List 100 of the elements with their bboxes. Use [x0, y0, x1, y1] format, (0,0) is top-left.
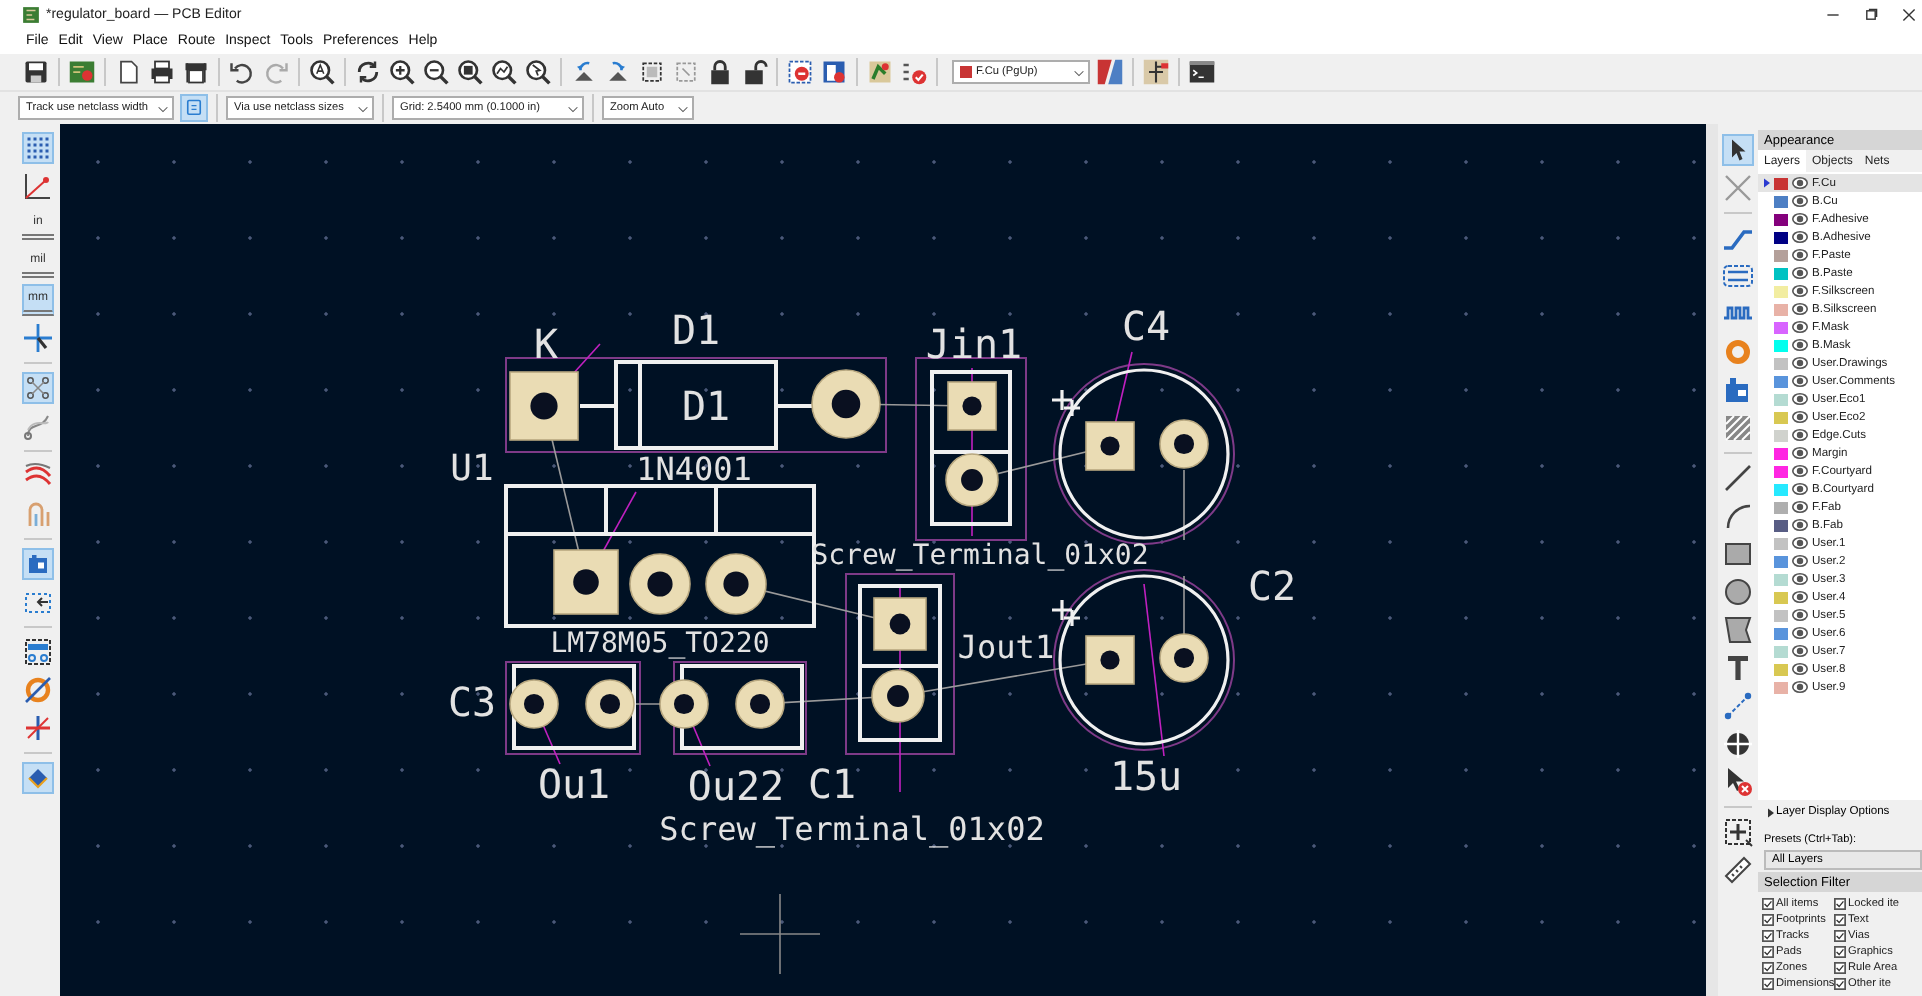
layer-pair-icon[interactable]: [1096, 58, 1124, 86]
layer-color-swatch[interactable]: [1774, 555, 1788, 567]
visibility-icon[interactable]: [1792, 464, 1808, 478]
layer-color-swatch[interactable]: [1774, 231, 1788, 243]
layer-color-swatch[interactable]: [1774, 573, 1788, 585]
visibility-icon[interactable]: [1792, 302, 1808, 316]
via-slash-icon[interactable]: [22, 674, 54, 706]
round-pad[interactable]: [811, 369, 881, 439]
caret-icon[interactable]: [156, 101, 170, 115]
layer-color-swatch[interactable]: [1774, 267, 1788, 279]
round-pad[interactable]: [871, 669, 925, 723]
round-pad[interactable]: [735, 679, 785, 729]
checkbox[interactable]: [1762, 961, 1774, 973]
layer-color-swatch[interactable]: [1774, 519, 1788, 531]
dimension-icon[interactable]: [1722, 690, 1754, 722]
square-pad[interactable]: [1085, 421, 1135, 471]
expand-icon[interactable]: [1768, 807, 1774, 817]
visibility-icon[interactable]: [1792, 338, 1808, 352]
layer-color-swatch[interactable]: [1774, 609, 1788, 621]
visibility-icon[interactable]: [1792, 176, 1808, 190]
zoom-in-icon[interactable]: [388, 58, 416, 86]
arc-icon[interactable]: [1722, 500, 1754, 532]
printer-icon[interactable]: [148, 58, 176, 86]
polygon-icon[interactable]: [1722, 614, 1754, 646]
hatched-zone-icon[interactable]: [1722, 412, 1754, 444]
group-icon[interactable]: [638, 58, 666, 86]
visibility-icon[interactable]: [1792, 446, 1808, 460]
footprint-icon[interactable]: [1722, 374, 1754, 406]
diff-pair-icon[interactable]: [1722, 260, 1754, 292]
visibility-icon[interactable]: [1792, 500, 1808, 514]
layer-color-swatch[interactable]: [1774, 447, 1788, 459]
page-icon[interactable]: [114, 58, 142, 86]
visibility-icon[interactable]: [1792, 536, 1808, 550]
checkbox[interactable]: [1762, 897, 1774, 909]
layers-3d-icon[interactable]: [22, 762, 54, 794]
visibility-icon[interactable]: [1792, 392, 1808, 406]
curved-ratsnest-icon[interactable]: [22, 410, 54, 442]
round-pad[interactable]: [509, 679, 559, 729]
visibility-icon[interactable]: [1792, 518, 1808, 532]
caret-icon[interactable]: [676, 101, 690, 115]
checkbox[interactable]: [1762, 929, 1774, 941]
checkbox[interactable]: [1762, 977, 1774, 989]
pointer-icon[interactable]: [1722, 134, 1754, 166]
layer-color-swatch[interactable]: [1774, 249, 1788, 261]
polar-axes-icon[interactable]: [22, 170, 54, 202]
layer-color-swatch[interactable]: [1774, 465, 1788, 477]
layer-color-swatch[interactable]: [1774, 591, 1788, 603]
visibility-icon[interactable]: [1792, 572, 1808, 586]
search-icon[interactable]: [308, 58, 336, 86]
circle-icon[interactable]: [1722, 576, 1754, 608]
ruler-icon[interactable]: [1722, 854, 1754, 886]
lock-icon[interactable]: [706, 58, 734, 86]
track-mode-icon[interactable]: [180, 94, 208, 122]
layer-color-swatch[interactable]: [1774, 357, 1788, 369]
footprint-icon[interactable]: [22, 548, 54, 580]
anchor-icon[interactable]: [1722, 816, 1754, 848]
round-pad[interactable]: [1159, 633, 1209, 683]
layer-color-swatch[interactable]: [1774, 681, 1788, 693]
round-pad[interactable]: [629, 553, 691, 615]
board-icon[interactable]: [68, 58, 96, 86]
visibility-icon[interactable]: [1792, 554, 1808, 568]
checkbox[interactable]: [1834, 897, 1846, 909]
zoom-selection-icon[interactable]: [524, 58, 552, 86]
square-pad[interactable]: [509, 371, 579, 441]
round-pad[interactable]: [585, 679, 635, 729]
visibility-icon[interactable]: [1792, 482, 1808, 496]
round-pad[interactable]: [659, 679, 709, 729]
visibility-icon[interactable]: [1792, 230, 1808, 244]
layer-color-swatch[interactable]: [1774, 339, 1788, 351]
rotate-left-icon[interactable]: [570, 58, 598, 86]
round-pad[interactable]: [1159, 419, 1209, 469]
visibility-icon[interactable]: [1792, 410, 1808, 424]
visibility-icon[interactable]: [1792, 608, 1808, 622]
maximize-icon[interactable]: [1864, 7, 1878, 21]
visibility-icon[interactable]: [1792, 626, 1808, 640]
visibility-icon[interactable]: [1792, 374, 1808, 388]
line-icon[interactable]: [1722, 462, 1754, 494]
save-icon[interactable]: [22, 58, 50, 86]
layer-color-swatch[interactable]: [1774, 429, 1788, 441]
layer-color-swatch[interactable]: [1774, 303, 1788, 315]
console-icon[interactable]: [1188, 58, 1216, 86]
checkbox[interactable]: [1834, 929, 1846, 941]
caret-icon[interactable]: [356, 101, 370, 115]
checklist-icon[interactable]: [900, 58, 928, 86]
caret-icon[interactable]: [1072, 65, 1086, 79]
pad-row-icon[interactable]: [22, 636, 54, 668]
layer-color-swatch[interactable]: [1774, 411, 1788, 423]
square-pad[interactable]: [873, 597, 927, 651]
rotate-right-icon[interactable]: [604, 58, 632, 86]
checkbox[interactable]: [1762, 913, 1774, 925]
round-pad[interactable]: [945, 453, 999, 507]
layer-color-swatch[interactable]: [1774, 195, 1788, 207]
layer-color-swatch[interactable]: [1774, 375, 1788, 387]
ratsnest-icon[interactable]: [22, 372, 54, 404]
round-pad[interactable]: [705, 553, 767, 615]
zoom-fit-icon[interactable]: [456, 58, 484, 86]
caret-icon[interactable]: [566, 101, 580, 115]
layer-color-swatch[interactable]: [1774, 537, 1788, 549]
rectangle-icon[interactable]: [1722, 538, 1754, 570]
cursor-cross-icon[interactable]: [22, 322, 54, 354]
